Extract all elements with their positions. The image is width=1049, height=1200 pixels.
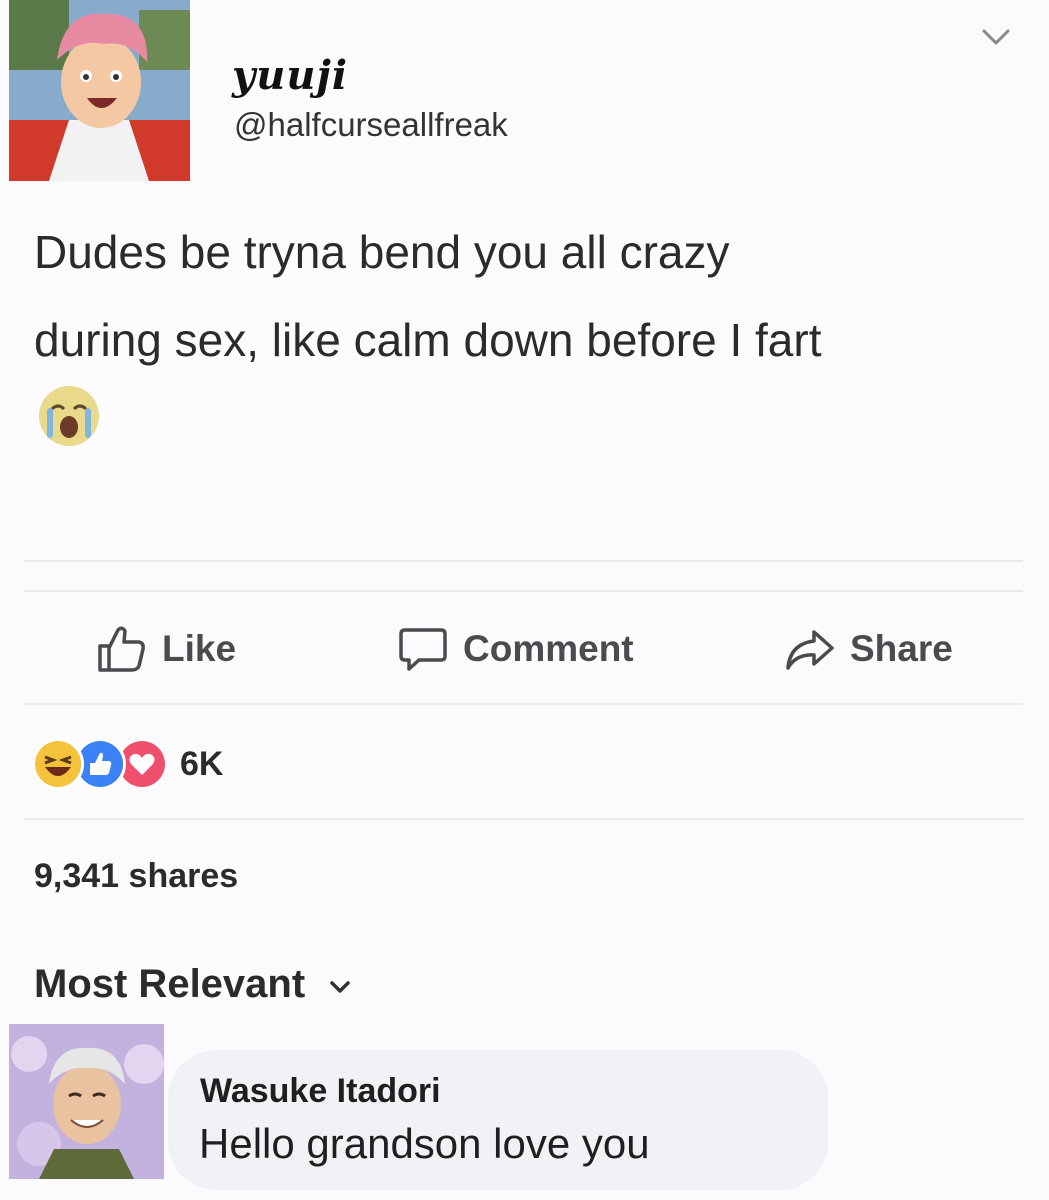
- divider: [24, 590, 1023, 592]
- share-label: Share: [850, 628, 953, 669]
- comment-button[interactable]: Comment: [397, 618, 634, 680]
- display-name[interactable]: yuuji: [232, 52, 348, 99]
- crying-face-emoji-icon: [36, 383, 102, 449]
- like-button[interactable]: Like: [96, 618, 236, 680]
- comment-author[interactable]: Wasuke Itadori: [200, 1072, 441, 1111]
- reactions-summary[interactable]: 6K: [32, 737, 223, 791]
- haha-reaction-icon: [32, 738, 84, 790]
- divider: [24, 560, 1023, 562]
- divider: [24, 703, 1023, 705]
- share-button[interactable]: Share: [784, 618, 953, 680]
- like-label: Like: [162, 628, 237, 669]
- comment-sort-dropdown[interactable]: Most Relevant: [34, 962, 353, 1007]
- reaction-count: 6K: [180, 744, 224, 783]
- comment-text: Hello grandson love you: [199, 1120, 650, 1167]
- author-avatar[interactable]: [9, 0, 190, 181]
- post-text-line: Dudes be tryna bend you all crazy: [34, 226, 730, 278]
- user-handle[interactable]: @halfcurseallfreak: [234, 106, 508, 144]
- divider: [24, 818, 1023, 820]
- comment-bubble-icon: [397, 624, 449, 674]
- chevron-down-icon: [327, 962, 353, 1007]
- post-text: Dudes be tryna bend you all crazy during…: [34, 208, 1034, 384]
- post-text-line: during sex, like calm down before I fart: [34, 314, 822, 366]
- commenter-avatar[interactable]: [9, 1024, 164, 1179]
- chevron-down-icon[interactable]: [978, 22, 1014, 52]
- share-count[interactable]: 9,341 shares: [34, 857, 238, 896]
- share-arrow-icon: [784, 624, 836, 674]
- comment-label: Comment: [463, 628, 634, 669]
- sort-label: Most Relevant: [34, 962, 306, 1006]
- thumbs-up-icon: [96, 624, 148, 674]
